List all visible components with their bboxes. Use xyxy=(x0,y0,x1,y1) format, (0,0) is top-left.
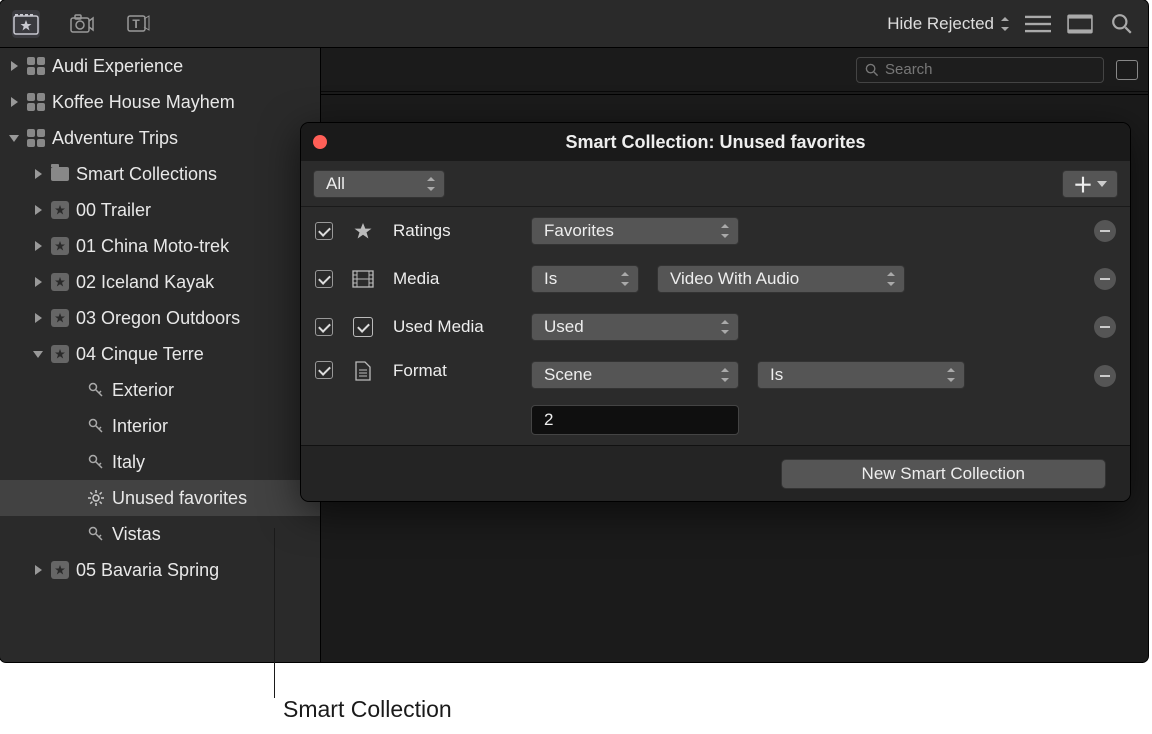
callout-line xyxy=(274,528,275,698)
rule-label: Format xyxy=(393,361,513,381)
sidebar: Audi Experience Koffee House Mayhem Adve… xyxy=(0,48,321,662)
remove-rule-button[interactable] xyxy=(1094,316,1116,338)
rule-select[interactable]: Is xyxy=(531,265,639,293)
rule-label: Ratings xyxy=(393,221,513,241)
updown-icon xyxy=(1000,17,1010,31)
event-name: 01 China Moto-trek xyxy=(76,236,229,257)
rule-select[interactable]: Is xyxy=(757,361,965,389)
match-select[interactable]: All xyxy=(313,170,445,198)
folder-name: Smart Collections xyxy=(76,164,217,185)
keyword-name: Interior xyxy=(112,416,168,437)
rule-value-input[interactable]: 2 xyxy=(531,405,739,435)
titles-tab-icon[interactable]: T xyxy=(124,10,152,38)
library-name: Audi Experience xyxy=(52,56,183,77)
remove-rule-button[interactable] xyxy=(1094,268,1116,290)
toolbar: T Hide Rejected xyxy=(0,0,1148,48)
keyword-name: Exterior xyxy=(112,380,174,401)
keyword-item[interactable]: Vistas xyxy=(0,516,320,552)
rule-row: Used Media Used xyxy=(301,303,1130,351)
rule-checkbox[interactable] xyxy=(315,318,333,336)
keyword-item[interactable]: Interior xyxy=(0,408,320,444)
chevron-down-icon xyxy=(1097,180,1107,188)
rule-label: Media xyxy=(393,269,513,289)
filter-dropdown[interactable]: Hide Rejected xyxy=(887,14,1010,34)
filter-label: Hide Rejected xyxy=(887,14,994,34)
event-icon xyxy=(51,201,69,219)
library-item[interactable]: Audi Experience xyxy=(0,48,320,84)
library-item[interactable]: Koffee House Mayhem xyxy=(0,84,320,120)
clip-appearance-icon[interactable] xyxy=(1116,60,1138,80)
search-input[interactable]: Search xyxy=(856,57,1104,83)
rule-checkbox[interactable] xyxy=(315,270,333,288)
library-name: Koffee House Mayhem xyxy=(52,92,235,113)
film-icon xyxy=(351,270,375,288)
folder-icon xyxy=(51,167,69,181)
search-icon xyxy=(865,63,879,77)
remove-rule-button[interactable] xyxy=(1094,220,1116,242)
event-name: 00 Trailer xyxy=(76,200,151,221)
event-name: 04 Cinque Terre xyxy=(76,344,204,365)
rule-select[interactable]: Used xyxy=(531,313,739,341)
key-icon xyxy=(88,382,104,398)
smart-collection-name: Unused favorites xyxy=(112,488,247,509)
library-item[interactable]: Adventure Trips xyxy=(0,120,320,156)
rule-label: Used Media xyxy=(393,317,513,337)
app-window: T Hide Rejected Audi Experience Koffee H… xyxy=(0,0,1148,662)
new-smart-collection-button[interactable]: New Smart Collection xyxy=(781,459,1106,489)
add-rule-button[interactable]: ＋ xyxy=(1062,170,1118,198)
rule-checkbox[interactable] xyxy=(315,361,333,379)
rule-checkbox[interactable] xyxy=(315,222,333,240)
updown-icon xyxy=(426,177,436,191)
smart-collection-item[interactable]: Unused favorites xyxy=(0,480,320,516)
rule-select[interactable]: Video With Audio xyxy=(657,265,905,293)
search-icon[interactable] xyxy=(1108,10,1136,38)
rule-select[interactable]: Scene xyxy=(531,361,739,389)
dialog-titlebar: Smart Collection: Unused favorites xyxy=(301,123,1130,161)
folder-item[interactable]: Smart Collections xyxy=(0,156,320,192)
event-name: 03 Oregon Outdoors xyxy=(76,308,240,329)
list-view-icon[interactable] xyxy=(1024,10,1052,38)
event-item[interactable]: 01 China Moto-trek xyxy=(0,228,320,264)
svg-text:T: T xyxy=(132,17,140,31)
keyword-item[interactable]: Italy xyxy=(0,444,320,480)
gear-icon xyxy=(87,489,105,507)
keyword-name: Italy xyxy=(112,452,145,473)
document-icon xyxy=(351,361,375,381)
keyword-name: Vistas xyxy=(112,524,161,545)
event-item[interactable]: 05 Bavaria Spring xyxy=(0,552,320,588)
photos-tab-icon[interactable] xyxy=(68,10,96,38)
dialog-title: Smart Collection: Unused favorites xyxy=(565,132,865,153)
event-name: 02 Iceland Kayak xyxy=(76,272,214,293)
event-item[interactable]: 03 Oregon Outdoors xyxy=(0,300,320,336)
event-item[interactable]: 04 Cinque Terre xyxy=(0,336,320,372)
remove-rule-button[interactable] xyxy=(1094,365,1116,387)
star-icon xyxy=(351,221,375,241)
callout-label: Smart Collection xyxy=(283,696,452,723)
rule-row: Media Is Video With Audio xyxy=(301,255,1130,303)
close-button[interactable] xyxy=(313,135,327,149)
library-name: Adventure Trips xyxy=(52,128,178,149)
used-media-icon xyxy=(351,317,375,337)
search-placeholder: Search xyxy=(885,61,933,78)
event-name: 05 Bavaria Spring xyxy=(76,560,219,581)
filmstrip-view-icon[interactable] xyxy=(1066,10,1094,38)
smart-collection-dialog: Smart Collection: Unused favorites All ＋… xyxy=(301,123,1130,501)
event-item[interactable]: 02 Iceland Kayak xyxy=(0,264,320,300)
rule-select[interactable]: Favorites xyxy=(531,217,739,245)
rule-row: Format Scene Is 2 xyxy=(301,351,1130,445)
rule-row: Ratings Favorites xyxy=(301,207,1130,255)
library-tab-icon[interactable] xyxy=(12,10,40,38)
event-item[interactable]: 00 Trailer xyxy=(0,192,320,228)
keyword-item[interactable]: Exterior xyxy=(0,372,320,408)
